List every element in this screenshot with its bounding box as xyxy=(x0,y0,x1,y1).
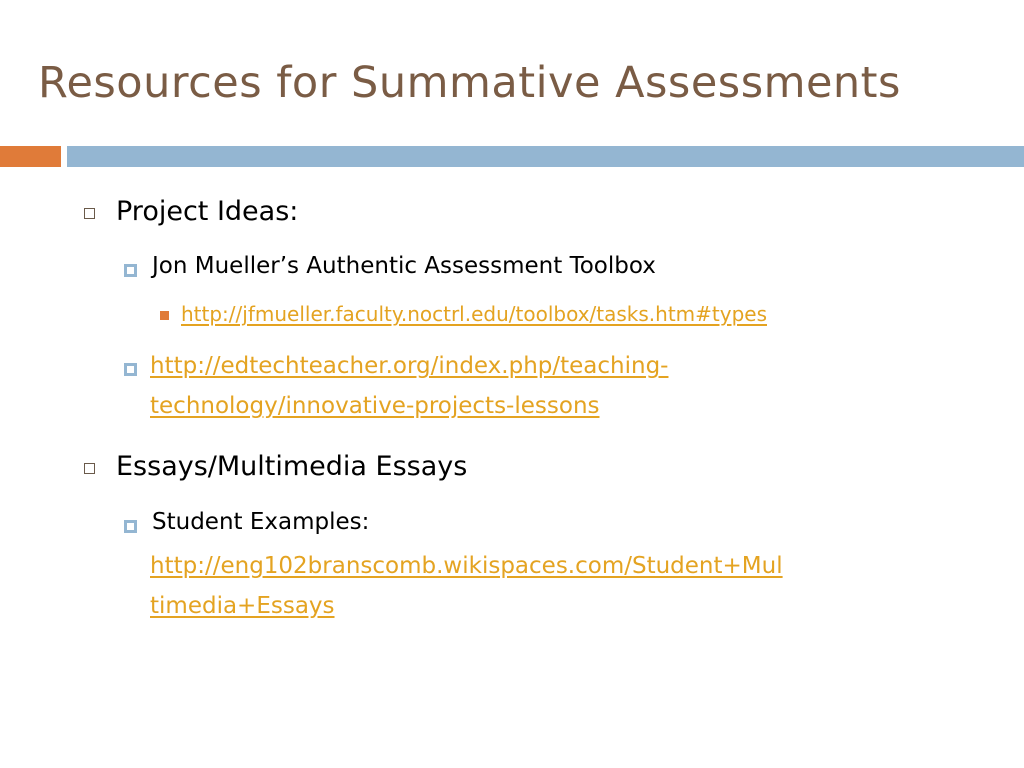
bullet-label: Essays/Multimedia Essays xyxy=(116,451,468,482)
square-bullet-icon xyxy=(124,363,137,376)
mueller-toolbox-link[interactable]: http://jfmueller.faculty.noctrl.edu/tool… xyxy=(181,302,767,326)
hollow-square-bullet-icon xyxy=(84,208,95,219)
square-bullet-icon xyxy=(124,264,137,277)
bullet-label: Project Ideas: xyxy=(116,196,299,227)
edtech-link-block: http://edtechteacher.org/index.php/teach… xyxy=(150,346,668,426)
accent-bar-orange xyxy=(0,146,61,167)
edtech-link-line2[interactable]: technology/innovative-projects-lessons xyxy=(150,393,600,419)
bullet-label: Jon Mueller’s Authentic Assessment Toolb… xyxy=(152,253,656,279)
bullet-label: Student Examples: xyxy=(152,509,370,535)
student-examples-link-line2[interactable]: timedia+Essays xyxy=(150,593,335,619)
slide-title: Resources for Summative Assessments xyxy=(38,58,901,108)
accent-bar-blue xyxy=(67,146,1024,167)
student-examples-link-line1[interactable]: http://eng102branscomb.wikispaces.com/St… xyxy=(150,553,783,579)
square-bullet-icon xyxy=(124,520,137,533)
filled-square-bullet-icon xyxy=(160,311,169,320)
edtech-link-line1[interactable]: http://edtechteacher.org/index.php/teach… xyxy=(150,353,668,379)
hollow-square-bullet-icon xyxy=(84,463,95,474)
student-examples-link-block: http://eng102branscomb.wikispaces.com/St… xyxy=(150,546,783,626)
